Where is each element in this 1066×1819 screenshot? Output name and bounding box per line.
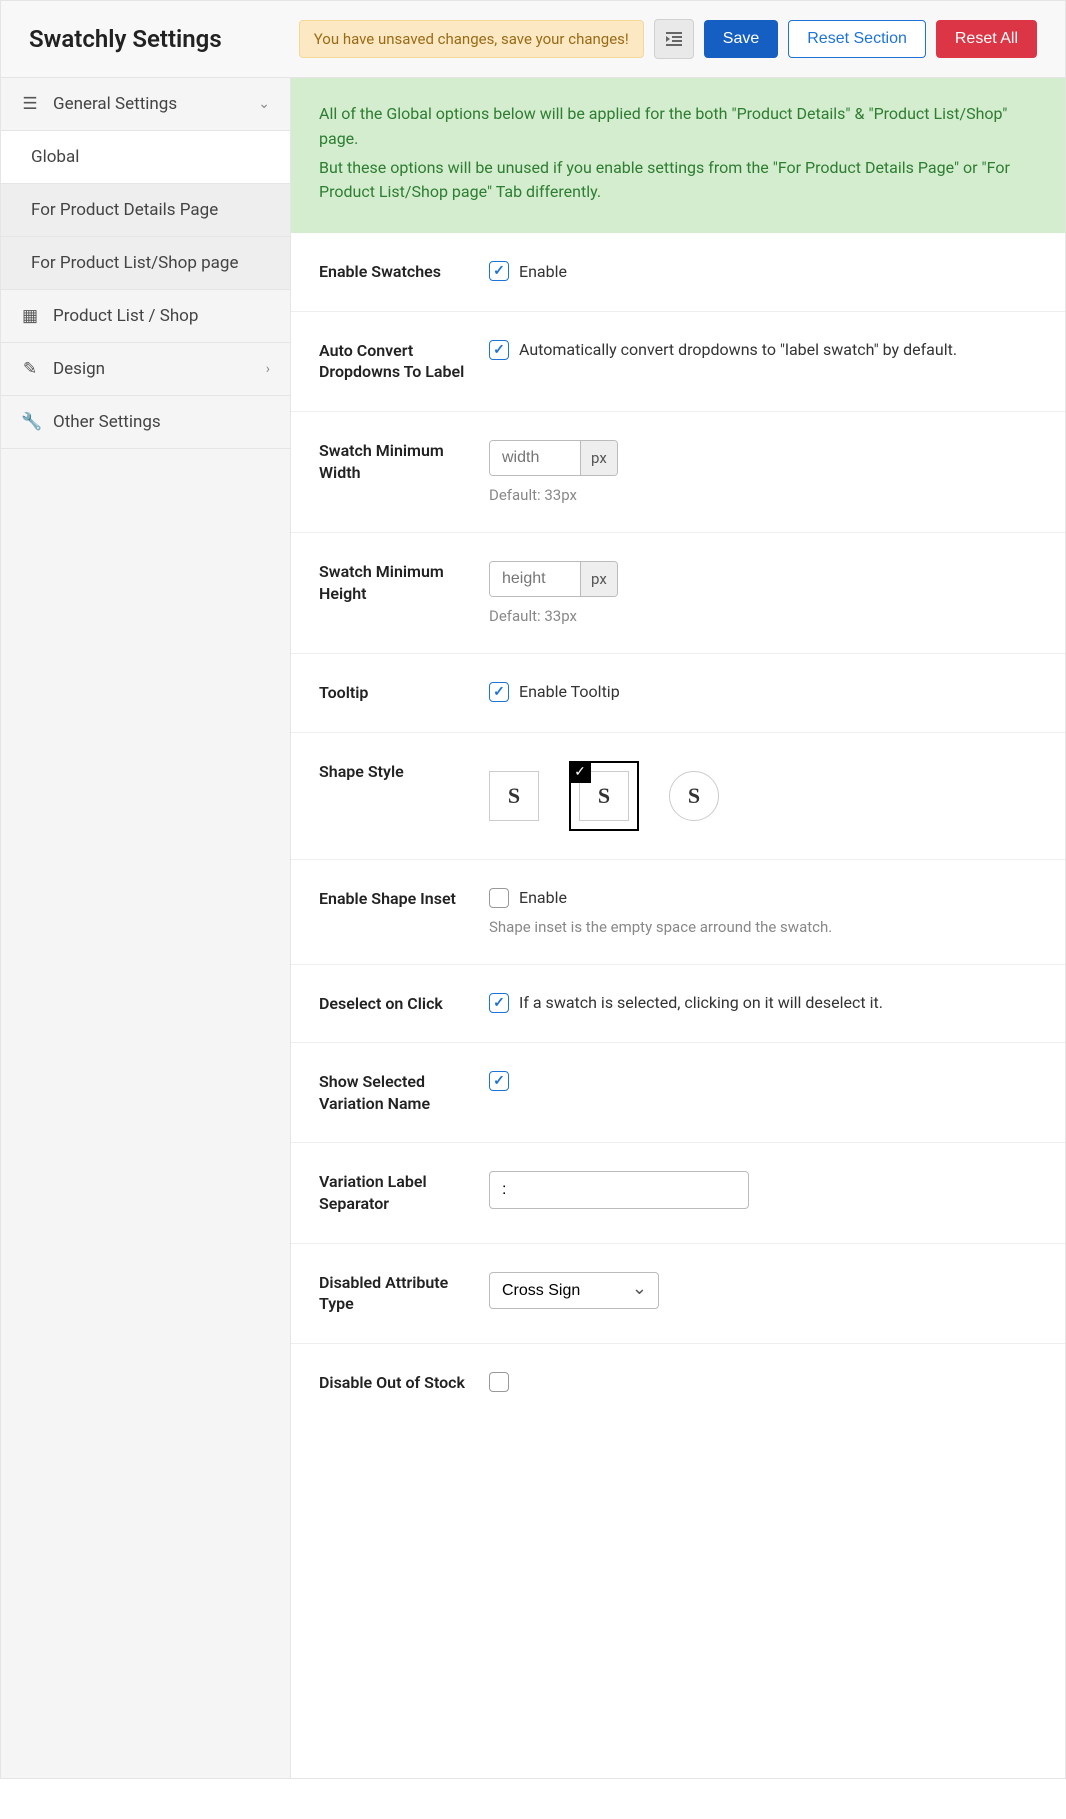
- checkbox-icon: [489, 993, 509, 1013]
- checkbox-icon: [489, 340, 509, 360]
- unit-label: px: [580, 562, 617, 596]
- disable-oos-checkbox[interactable]: [489, 1372, 1037, 1392]
- nav-design[interactable]: ✎Design ›: [1, 343, 290, 396]
- nav-for-product-details[interactable]: For Product Details Page: [1, 184, 290, 237]
- checkbox-icon: [489, 888, 509, 908]
- reset-section-button[interactable]: Reset Section: [788, 20, 926, 58]
- min-height-input[interactable]: [490, 562, 580, 596]
- row-disable-oos: Disable Out of Stock: [291, 1344, 1065, 1422]
- chevron-right-icon: ›: [266, 361, 270, 377]
- grid-icon: ▦: [21, 306, 39, 326]
- deselect-checkbox[interactable]: If a swatch is selected, clicking on it …: [489, 993, 1037, 1013]
- unsaved-changes-notice: You have unsaved changes, save your chan…: [299, 20, 644, 58]
- unit-label: px: [580, 441, 617, 475]
- save-button[interactable]: Save: [704, 20, 778, 58]
- row-separator: Variation Label Separator: [291, 1143, 1065, 1243]
- row-shape-inset: Enable Shape Inset Enable Shape inset is…: [291, 860, 1065, 965]
- chevron-down-icon: ⌄: [258, 96, 270, 112]
- row-show-selected: Show Selected Variation Name: [291, 1043, 1065, 1143]
- help-text: Shape inset is the empty space arround t…: [489, 918, 1037, 936]
- nav-general-settings[interactable]: ☰General Settings ⌄: [1, 78, 290, 131]
- help-text: Default: 33px: [489, 607, 1037, 625]
- separator-input[interactable]: [489, 1171, 749, 1209]
- checkbox-icon: [489, 261, 509, 281]
- row-disabled-attr: Disabled Attribute Type Cross Sign: [291, 1244, 1065, 1344]
- row-enable-swatches: Enable Swatches Enable: [291, 233, 1065, 312]
- enable-swatches-checkbox[interactable]: Enable: [489, 261, 1037, 281]
- shape-option-square[interactable]: S: [489, 771, 539, 821]
- shape-inset-checkbox[interactable]: Enable: [489, 888, 1037, 908]
- auto-convert-checkbox[interactable]: Automatically convert dropdowns to "labe…: [489, 340, 1037, 360]
- header: Swatchly Settings You have unsaved chang…: [1, 1, 1065, 78]
- row-deselect: Deselect on Click If a swatch is selecte…: [291, 965, 1065, 1044]
- shape-option-square-inset[interactable]: ✓ S: [569, 761, 639, 831]
- content-area: All of the Global options below will be …: [291, 78, 1065, 1778]
- page-title: Swatchly Settings: [29, 25, 222, 53]
- row-min-width: Swatch Minimum Width px Default: 33px: [291, 412, 1065, 533]
- disabled-attr-select[interactable]: Cross Sign: [489, 1272, 659, 1309]
- row-shape-style: Shape Style S ✓ S S: [291, 733, 1065, 860]
- row-auto-convert: Auto Convert Dropdowns To Label Automati…: [291, 312, 1065, 412]
- checkbox-icon: [489, 1372, 509, 1392]
- show-selected-checkbox[interactable]: [489, 1071, 1037, 1091]
- nav-other-settings[interactable]: 🔧Other Settings: [1, 396, 290, 449]
- shape-option-circle[interactable]: S: [669, 771, 719, 821]
- nav-global[interactable]: Global: [1, 131, 290, 184]
- info-banner: All of the Global options below will be …: [291, 78, 1065, 233]
- nav-for-product-list[interactable]: For Product List/Shop page: [1, 237, 290, 290]
- brush-icon: ✎: [21, 359, 39, 379]
- nav-product-list-shop[interactable]: ▦Product List / Shop: [1, 290, 290, 343]
- row-min-height: Swatch Minimum Height px Default: 33px: [291, 533, 1065, 654]
- check-icon: ✓: [569, 761, 591, 783]
- tooltip-checkbox[interactable]: Enable Tooltip: [489, 682, 1037, 702]
- row-tooltip: Tooltip Enable Tooltip: [291, 654, 1065, 733]
- indent-icon-button[interactable]: [654, 19, 694, 59]
- sidebar: ☰General Settings ⌄ Global For Product D…: [1, 78, 291, 1778]
- wrench-icon: 🔧: [21, 412, 39, 432]
- min-width-input[interactable]: [490, 441, 580, 475]
- checkbox-icon: [489, 1071, 509, 1091]
- reset-all-button[interactable]: Reset All: [936, 20, 1037, 58]
- help-text: Default: 33px: [489, 486, 1037, 504]
- checkbox-icon: [489, 682, 509, 702]
- sliders-icon: ☰: [21, 94, 39, 114]
